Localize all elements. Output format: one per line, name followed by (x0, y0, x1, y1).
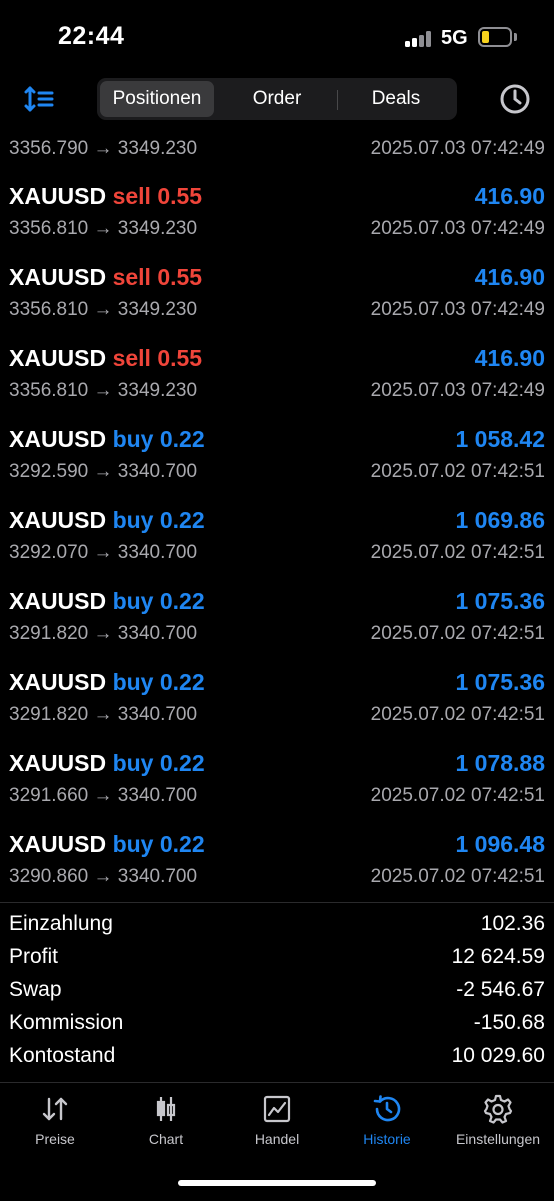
clock-icon[interactable] (498, 82, 532, 116)
trade-side: sell 0.55 (112, 345, 203, 371)
trade-symbol: XAUUSD (9, 750, 107, 776)
trade-datetime: 2025.07.03 07:42:49 (370, 138, 545, 159)
summary-row-swap: Swap -2 546.67 (9, 978, 545, 1010)
trade-side: buy 0.22 (112, 669, 205, 695)
tab-label: Preise (35, 1131, 75, 1147)
trade-side: buy 0.22 (112, 588, 205, 614)
trade-prices: 3292.070 → 3340.700 (9, 542, 198, 563)
trade-profit: 416.90 (474, 345, 545, 371)
trade-profit: 1 096.48 (455, 831, 545, 857)
tab-handel[interactable]: Handel (222, 1093, 332, 1153)
trade-datetime: 2025.07.03 07:42:49 (370, 218, 545, 239)
trade-profit: 416.90 (474, 264, 545, 290)
trade-datetime: 2025.07.02 07:42:51 (370, 461, 545, 482)
view-segmented-control: Positionen Order Deals (97, 78, 457, 120)
history-icon (373, 1095, 401, 1122)
trade-prices: 3292.590 → 3340.700 (9, 461, 198, 482)
trade-side: buy 0.22 (112, 831, 205, 857)
summary-value: 12 624.59 (451, 945, 545, 968)
trade-datetime: 2025.07.02 07:42:51 (370, 704, 545, 725)
summary-value: -150.68 (473, 1011, 545, 1034)
status-time: 22:44 (58, 22, 125, 50)
tab-preise[interactable]: Preise (0, 1093, 110, 1153)
tab-positionen[interactable]: Positionen (100, 81, 214, 117)
trade-datetime: 2025.07.02 07:42:51 (370, 866, 545, 887)
battery-level (482, 31, 489, 43)
trade-symbol: XAUUSD (9, 264, 107, 290)
summary-value: -2 546.67 (456, 978, 545, 1001)
trade-prices: 3290.860 → 3340.700 (9, 866, 198, 887)
tab-label: Einstellungen (455, 1131, 541, 1147)
trade-side: buy 0.22 (112, 750, 205, 776)
trade-profit: 1 058.42 (455, 426, 545, 452)
gear-icon (483, 1094, 513, 1124)
trade-symbol: XAUUSD (9, 345, 107, 371)
trade-profit: 1 069.86 (455, 507, 545, 533)
battery-tip (514, 33, 517, 41)
status-bar: 22:44 5G (0, 0, 554, 70)
trade-side: sell 0.55 (112, 264, 203, 290)
summary-value: 10 029.60 (451, 1044, 545, 1067)
trade-datetime: 2025.07.03 07:42:49 (370, 380, 545, 401)
summary-label: Einzahlung (9, 912, 113, 935)
summary-value: 102.36 (480, 912, 545, 935)
tab-chart[interactable]: Chart (111, 1093, 221, 1153)
trade-symbol: XAUUSD (9, 669, 107, 695)
trade-symbol: XAUUSD (9, 507, 107, 533)
tab-label: Historie (363, 1131, 411, 1147)
trade-prices: 3356.810 → 3349.230 (9, 218, 198, 239)
tab-einstellungen[interactable]: Einstellungen (443, 1093, 553, 1153)
summary-row-kontostand: Kontostand 10 029.60 (9, 1044, 545, 1076)
tab-deals[interactable]: Deals (338, 81, 454, 117)
history-toolbar: Positionen Order Deals (0, 70, 554, 130)
trade-profit: 416.90 (474, 183, 545, 209)
summary-label: Profit (9, 945, 59, 968)
trade-side: sell 0.55 (112, 183, 203, 209)
trade-prices: 3291.820 → 3340.700 (9, 623, 198, 644)
trade-profit: 1 078.88 (455, 750, 545, 776)
summary-row-profit: Profit 12 624.59 (9, 945, 545, 977)
trade-symbol: XAUUSD (9, 588, 107, 614)
network-type: 5G (441, 27, 468, 49)
sort-list-icon[interactable] (22, 82, 56, 116)
trade-side: buy 0.22 (112, 507, 205, 533)
trade-chart-icon (263, 1095, 291, 1123)
tab-label: Chart (148, 1131, 184, 1147)
trade-prices: 3356.790 → 3349.230 (9, 138, 198, 159)
summary-label: Swap (9, 978, 62, 1001)
home-indicator (178, 1180, 376, 1186)
trade-prices: 3291.820 → 3340.700 (9, 704, 198, 725)
battery-icon (478, 27, 512, 47)
trade-symbol: XAUUSD (9, 831, 107, 857)
trade-prices: 3356.810 → 3349.230 (9, 380, 198, 401)
tab-label: Handel (254, 1131, 300, 1147)
summary-row-einzahlung: Einzahlung 102.36 (9, 912, 545, 944)
trade-symbol: XAUUSD (9, 183, 107, 209)
tab-order[interactable]: Order (218, 81, 336, 117)
arrows-updown-icon (42, 1097, 68, 1121)
trade-prices: 3291.660 → 3340.700 (9, 785, 198, 806)
trade-datetime: 2025.07.02 07:42:51 (370, 785, 545, 806)
trade-profit: 1 075.36 (455, 669, 545, 695)
trade-symbol: XAUUSD (9, 426, 107, 452)
summary-row-kommission: Kommission -150.68 (9, 1011, 545, 1043)
trade-profit: 1 075.36 (455, 588, 545, 614)
tab-historie[interactable]: Historie (332, 1093, 442, 1153)
summary-divider (0, 902, 554, 903)
candlestick-icon (156, 1097, 176, 1121)
trade-prices: 3356.810 → 3349.230 (9, 299, 198, 320)
trade-row-partial-details: 3356.790 → 3349.230 2025.07.03 07:42:49 (9, 138, 545, 166)
cellular-signal-icon (405, 31, 433, 47)
trade-datetime: 2025.07.02 07:42:51 (370, 623, 545, 644)
trade-datetime: 2025.07.02 07:42:51 (370, 542, 545, 563)
trade-side: buy 0.22 (112, 426, 205, 452)
summary-label: Kommission (9, 1011, 124, 1034)
summary-label: Kontostand (9, 1044, 116, 1067)
trade-datetime: 2025.07.03 07:42:49 (370, 299, 545, 320)
